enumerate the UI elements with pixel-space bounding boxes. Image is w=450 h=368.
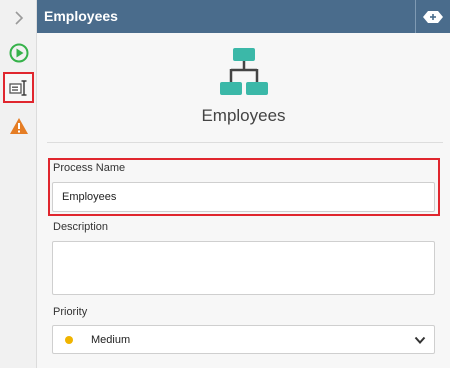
warnings-button[interactable] [3,110,34,141]
process-name-input[interactable]: Employees [52,182,435,212]
priority-dot [65,335,73,344]
chevron-down-icon [414,336,426,344]
warning-icon [9,117,28,134]
description-label: Description [53,221,109,233]
header-title: Employees [44,8,118,24]
priority-value: Medium [91,333,131,346]
description-textarea[interactable] [52,241,435,295]
properties-button[interactable] [3,72,34,103]
left-toolbar [0,0,37,368]
hierarchy-icon [220,48,268,95]
panel-header: Employees [37,0,450,33]
process-name-label: Process Name [53,162,126,174]
process-title: Employees [201,106,286,125]
priority-select[interactable]: Medium [52,325,435,354]
properties-panel: Employees Process Name Employees Descrip… [37,33,450,368]
priority-label: Priority [53,306,88,318]
run-icon [9,43,28,62]
properties-icon [8,79,26,96]
collapse-panel-button[interactable] [416,0,450,33]
run-button[interactable] [3,37,34,68]
collapse-panel-icon [423,10,443,23]
expand-rail-button[interactable] [3,2,34,33]
section-divider [47,142,443,143]
chevron-right-icon [14,10,23,25]
